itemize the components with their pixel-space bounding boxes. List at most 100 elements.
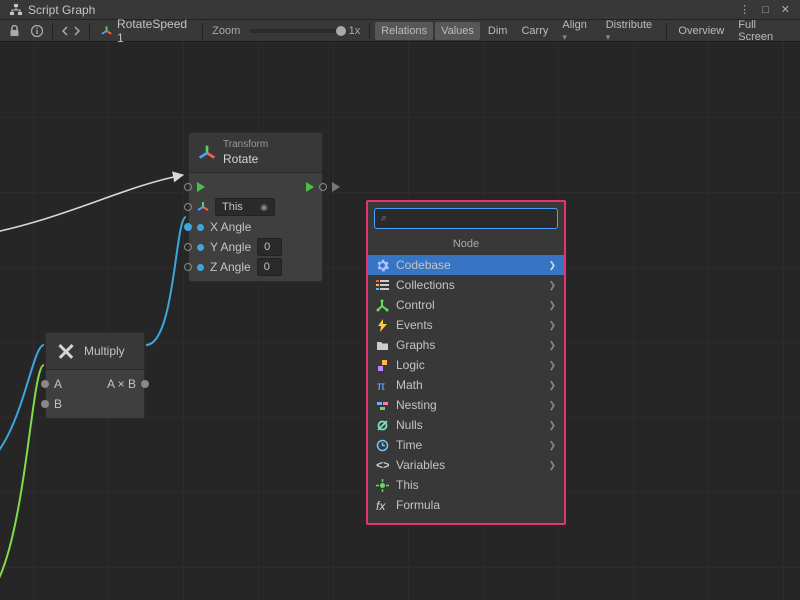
fullscreen-button[interactable]: Full Screen: [732, 16, 796, 46]
node-transform-rotate[interactable]: Transform Rotate This X Angle: [188, 132, 323, 282]
chevron-right-icon: ❯: [548, 380, 556, 391]
b-label: B: [54, 397, 62, 411]
picker-item-nesting[interactable]: Nesting❯: [368, 395, 564, 415]
chevron-right-icon: ❯: [548, 340, 556, 351]
picker-search-input[interactable]: ⌕: [374, 208, 558, 229]
separator: [202, 23, 203, 39]
data-dot-icon: [197, 264, 204, 271]
distribute-button[interactable]: Distribute: [600, 16, 662, 46]
picker-item-math[interactable]: πMath❯: [368, 375, 564, 395]
picker-item-label: Collections: [396, 278, 455, 292]
picker-item-label: Logic: [396, 358, 425, 372]
relations-button[interactable]: Relations: [375, 22, 433, 40]
window-controls: ⋮ □ ✕: [735, 3, 800, 16]
port-exec-in[interactable]: [184, 183, 192, 191]
target-field[interactable]: This: [215, 198, 275, 216]
picker-item-nulls[interactable]: Nulls ❯: [368, 415, 564, 435]
picker-item-control[interactable]: Control❯: [368, 295, 564, 315]
axb-label: A × B: [107, 377, 136, 391]
picker-item-collections[interactable]: Collections ❯: [368, 275, 564, 295]
toolbar: RotateSpeed 1 Zoom 1x Relations Values D…: [0, 20, 800, 42]
z-angle-label: Z Angle: [210, 260, 251, 274]
picker-item-label: Nulls: [396, 418, 423, 432]
separator: [369, 23, 370, 39]
port-x-angle[interactable]: [184, 223, 192, 231]
port-b-in[interactable]: [41, 400, 49, 408]
breadcrumb[interactable]: RotateSpeed 1: [95, 22, 197, 40]
node-header: Multiply: [46, 333, 144, 370]
y-angle-field[interactable]: 0: [257, 238, 282, 256]
gear-icon: [376, 259, 389, 272]
zoom-value: 1x: [345, 25, 365, 37]
carry-button[interactable]: Carry: [515, 22, 554, 40]
port-a-in[interactable]: [41, 380, 49, 388]
zoom-slider[interactable]: [250, 29, 338, 33]
port-z-angle[interactable]: [184, 263, 192, 271]
lock-button[interactable]: [4, 22, 24, 40]
tab-script-graph[interactable]: Script Graph: [0, 0, 105, 19]
picker-item-label: Formula: [396, 498, 440, 512]
window-menu-icon[interactable]: ⋮: [735, 3, 754, 16]
chevron-right-icon: ❯: [548, 420, 556, 431]
picker-item-events[interactable]: Events❯: [368, 315, 564, 335]
node-subtitle: Transform: [223, 139, 268, 150]
window-maximize-icon[interactable]: □: [758, 4, 773, 16]
z-angle-field[interactable]: 0: [257, 258, 282, 276]
fx-icon: fx: [376, 499, 389, 512]
svg-text:π: π: [377, 379, 385, 392]
picker-item-variables[interactable]: <>Variables❯: [368, 455, 564, 475]
search-icon: ⌕: [381, 212, 387, 225]
graph-canvas[interactable]: Transform Rotate This X Angle: [0, 42, 800, 600]
data-dot-icon: [197, 244, 204, 251]
picker-title: Node: [368, 235, 564, 255]
nest-icon: [376, 399, 389, 412]
overview-button[interactable]: Overview: [672, 22, 730, 40]
svg-text:<>: <>: [376, 459, 389, 472]
info-icon: [31, 25, 43, 37]
picker-item-time[interactable]: Time ❯: [368, 435, 564, 455]
values-button[interactable]: Values: [435, 22, 480, 40]
chevron-right-icon: ❯: [548, 300, 556, 311]
chevron-right-icon: ❯: [548, 440, 556, 451]
this-icon: [376, 479, 389, 492]
a-label: A: [54, 377, 62, 391]
picker-item-formula[interactable]: fx Formula: [368, 495, 564, 515]
window-close-icon[interactable]: ✕: [777, 3, 794, 16]
port-exec-out[interactable]: [319, 183, 327, 191]
picker-item-graphs[interactable]: Graphs❯: [368, 335, 564, 355]
dim-button[interactable]: Dim: [482, 22, 514, 40]
separator: [89, 23, 90, 39]
chevron-right-icon: ❯: [548, 400, 556, 411]
picker-item-label: This: [396, 478, 419, 492]
align-button[interactable]: Align: [556, 16, 597, 46]
picker-item-codebase[interactable]: Codebase ❯: [368, 255, 564, 275]
picker-item-label: Time: [396, 438, 422, 452]
null-icon: [376, 419, 389, 432]
graph-icon: [10, 4, 22, 16]
chevron-right-icon: ❯: [548, 280, 556, 291]
tab-title: Script Graph: [28, 3, 95, 17]
chevron-right-icon: ❯: [548, 260, 556, 271]
node-title: Multiply: [84, 344, 125, 358]
code-button[interactable]: [58, 22, 84, 40]
svg-text:fx: fx: [376, 499, 386, 512]
data-dot-icon: [197, 224, 204, 231]
node-header: Transform Rotate: [189, 133, 322, 173]
picker-item-label: Codebase: [396, 258, 451, 272]
node-multiply[interactable]: Multiply A A × B B: [45, 332, 145, 419]
bolt-icon: [376, 319, 389, 332]
var-icon: <>: [376, 459, 389, 472]
zoom-label: Zoom: [208, 25, 244, 37]
chevron-right-icon: ❯: [548, 360, 556, 371]
port-target-in[interactable]: [184, 203, 192, 211]
node-picker: ⌕ Node Codebase❯Collections❯Control❯Even…: [366, 200, 566, 525]
flow-in-arrow-icon: [197, 182, 205, 192]
picker-item-logic[interactable]: Logic ❯: [368, 355, 564, 375]
info-button[interactable]: [26, 22, 46, 40]
logic-icon: [376, 359, 389, 372]
port-result-out[interactable]: [141, 380, 149, 388]
port-y-angle[interactable]: [184, 243, 192, 251]
separator: [52, 23, 53, 39]
picker-item-this[interactable]: This: [368, 475, 564, 495]
pi-icon: π: [376, 379, 389, 392]
